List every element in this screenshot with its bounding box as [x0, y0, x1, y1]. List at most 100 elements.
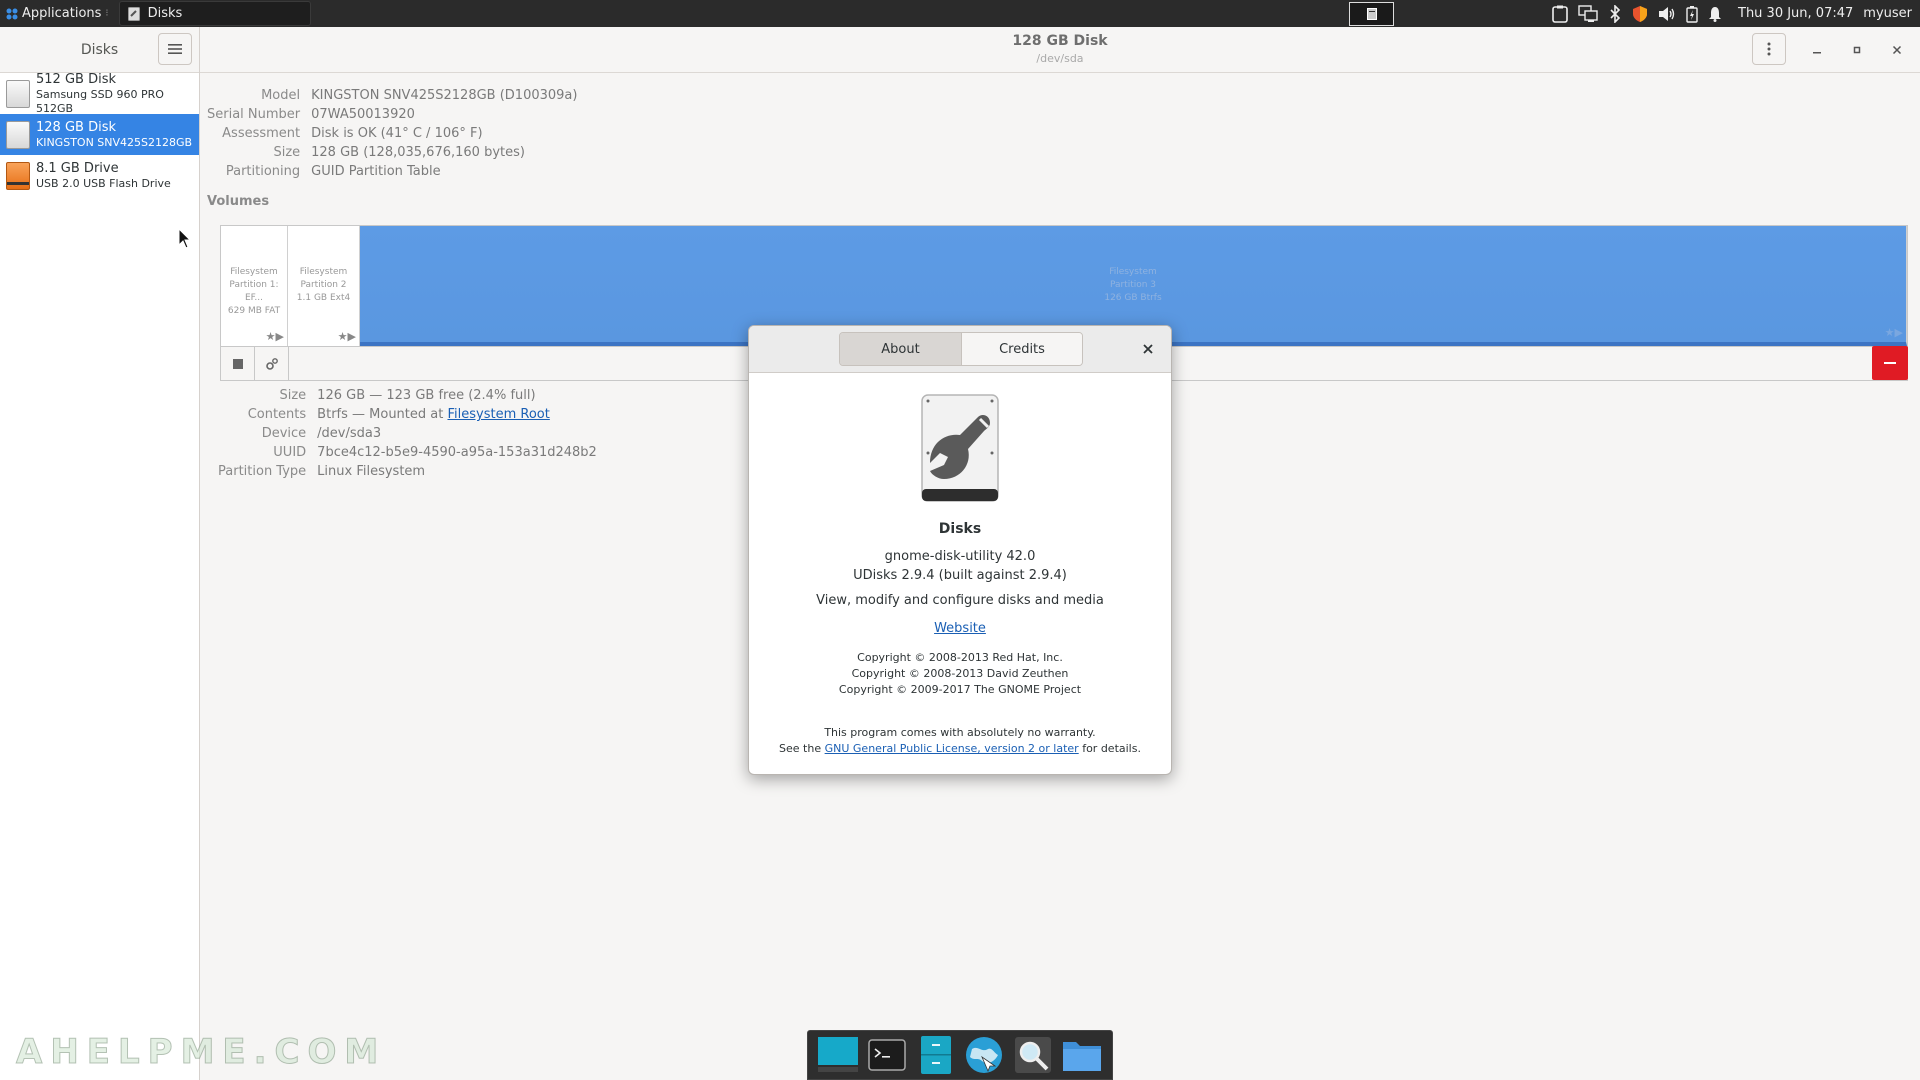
close-button[interactable]: [1887, 40, 1907, 60]
partition-type: Filesystem: [299, 267, 348, 277]
maximize-icon: [1853, 46, 1861, 54]
minimize-icon: [1813, 52, 1821, 54]
globe-icon: [966, 1037, 1003, 1073]
disk-item-512gb[interactable]: 512 GB Disk Samsung SSD 960 PRO 512GB: [0, 71, 199, 115]
partition-type-label: Partition Type: [218, 464, 307, 479]
website-link[interactable]: Website: [934, 621, 986, 636]
license-prefix: See the: [779, 742, 825, 755]
network-icon[interactable]: [1578, 4, 1598, 23]
clock[interactable]: Thu 30 Jun, 07:47: [1732, 6, 1863, 21]
volume-icon[interactable]: [1658, 6, 1676, 22]
play-icon: ▶: [1894, 326, 1903, 339]
shield-icon[interactable]: [1632, 5, 1648, 23]
size-label: Size: [273, 145, 301, 160]
app-version: gnome-disk-utility 42.0: [884, 549, 1036, 564]
assessment-value: Disk is OK (41° C / 106° F): [311, 126, 483, 141]
notification-bell-icon[interactable]: [1708, 6, 1722, 22]
partition-options-button[interactable]: [255, 347, 289, 380]
partition-type-value: Linux Filesystem: [317, 464, 426, 479]
model-label: Model: [261, 88, 301, 103]
model-value: KINGSTON SNV425S2128GB (D100309a): [311, 88, 578, 103]
xfce-logo-icon: [6, 8, 18, 19]
applications-menu-label: Applications: [22, 6, 102, 21]
partition-1[interactable]: Filesystem Partition 1: EF... 629 MB FAT…: [221, 226, 288, 346]
about-close-button[interactable]: [1137, 338, 1159, 360]
copyright-line: Copyright © 2009-2017 The GNOME Project: [838, 683, 1082, 696]
copyright-block: Copyright © 2008-2013 Red Hat, Inc. Copy…: [749, 650, 1171, 698]
partition-name: Partition 1: EF...: [229, 280, 279, 303]
license-text: See the GNU General Public License, vers…: [749, 741, 1171, 757]
dock-show-desktop[interactable]: [817, 1034, 859, 1076]
disks-logo-icon: [921, 394, 999, 502]
tab-about[interactable]: About: [840, 333, 961, 365]
disk-name: 512 GB Disk: [36, 71, 116, 87]
vol-size-label: Size: [279, 388, 307, 403]
serial-value: 07WA50013920: [311, 107, 415, 122]
play-icon: ▶: [275, 330, 284, 343]
workspace-icon: [1366, 7, 1377, 20]
drive-options-button[interactable]: [1752, 33, 1786, 65]
watermark: AHELPME.COM: [15, 1032, 387, 1073]
user-menu[interactable]: myuser: [1863, 6, 1920, 21]
partition-size: 126 GB Btrfs: [1104, 293, 1162, 303]
clipboard-icon[interactable]: [1552, 5, 1568, 23]
disk-name: 8.1 GB Drive: [36, 160, 119, 176]
tab-credits[interactable]: Credits: [961, 333, 1082, 365]
maximize-button[interactable]: [1847, 40, 1867, 60]
version-info: gnome-disk-utility 42.0 UDisks 2.9.4 (bu…: [749, 547, 1171, 585]
play-icon: ▶: [347, 330, 356, 343]
file-cabinet-icon: [920, 1036, 951, 1074]
warranty-text: This program comes with absolutely no wa…: [824, 726, 1096, 739]
dock-file-manager[interactable]: [1061, 1034, 1103, 1076]
dock-web-browser[interactable]: [963, 1034, 1005, 1076]
header-bar: 128 GB Disk /dev/sda: [200, 27, 1920, 73]
uuid-label: UUID: [273, 445, 307, 460]
disk-name: 128 GB Disk: [36, 119, 116, 135]
sidebar: Disks 512 GB Disk Samsung SSD 960 PRO 51…: [0, 27, 200, 1080]
hdd-icon: [6, 79, 30, 108]
bluetooth-icon[interactable]: [1608, 4, 1622, 23]
vol-size-value: 126 GB — 123 GB free (2.4% full): [317, 388, 536, 403]
device-label: Device: [261, 426, 307, 441]
disk-model: USB 2.0 USB Flash Drive: [36, 176, 171, 190]
disk-list: 512 GB Disk Samsung SSD 960 PRO 512GB 12…: [0, 71, 199, 196]
star-icon: ★: [337, 330, 348, 343]
unmount-button[interactable]: [221, 347, 255, 380]
app-description: View, modify and configure disks and med…: [816, 593, 1104, 608]
copyright-line: Copyright © 2008-2013 Red Hat, Inc.: [857, 651, 1063, 664]
contents-text: Btrfs — Mounted at: [317, 407, 448, 422]
applications-menu-button[interactable]: Applications ⁝: [0, 0, 115, 27]
partitioning-value: GUID Partition Table: [311, 164, 441, 179]
dock-file-cabinet[interactable]: [915, 1034, 957, 1076]
app-name: Disks: [938, 521, 982, 537]
about-dialog: About Credits Disks gnome-disk-utility 4…: [748, 325, 1172, 775]
app-menu-button[interactable]: [158, 33, 192, 65]
magnifier-icon: [1014, 1037, 1051, 1073]
partition-type: Filesystem: [1109, 267, 1157, 277]
disk-item-usb-drive[interactable]: 8.1 GB Drive USB 2.0 USB Flash Drive: [0, 155, 199, 196]
license-link[interactable]: GNU General Public License, version 2 or…: [825, 742, 1079, 755]
battery-charging-icon[interactable]: [1686, 5, 1698, 23]
sidebar-header: Disks: [0, 27, 199, 73]
star-icon: ★: [1884, 326, 1895, 339]
delete-partition-button[interactable]: [1872, 346, 1908, 380]
window-title: 128 GB Disk: [1012, 33, 1108, 49]
about-dialog-body: Disks gnome-disk-utility 42.0 UDisks 2.9…: [749, 373, 1171, 757]
partition-name: Partition 2: [300, 280, 347, 290]
warranty-block: This program comes with absolutely no wa…: [749, 725, 1171, 757]
filesystem-root-link[interactable]: Filesystem Root: [447, 407, 549, 422]
disk-item-128gb[interactable]: 128 GB Disk KINGSTON SNV425S2128GB: [0, 114, 199, 155]
about-tabs: About Credits: [839, 332, 1083, 366]
uuid-value: 7bce4c12-b5e9-4590-a95a-153a31d248b2: [317, 445, 597, 460]
taskbar-disks-window[interactable]: Disks: [118, 1, 311, 26]
workspace-switcher[interactable]: [1349, 1, 1394, 26]
dock-terminal[interactable]: [866, 1034, 908, 1076]
system-tray: [1542, 4, 1732, 23]
minimize-button[interactable]: [1807, 40, 1827, 60]
partition-2[interactable]: Filesystem Partition 2 1.1 GB Ext4 ★▶: [288, 226, 360, 346]
license-suffix: for details.: [1078, 742, 1141, 755]
minus-icon: [1884, 362, 1896, 364]
drive-properties: Model KINGSTON SNV425S2128GB (D100309a) …: [207, 88, 577, 180]
stop-icon: [232, 358, 243, 369]
dock-search[interactable]: [1012, 1034, 1054, 1076]
